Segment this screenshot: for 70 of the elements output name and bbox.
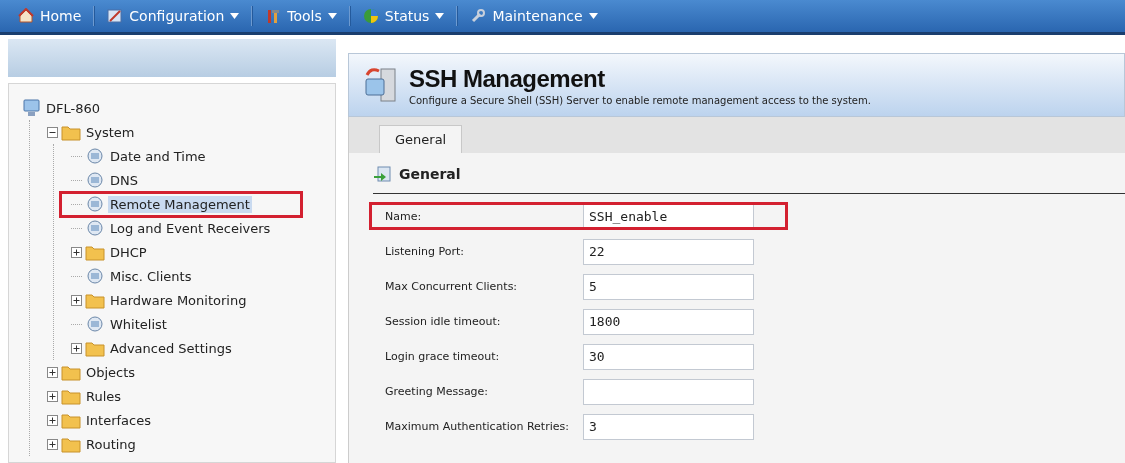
monitor-icon	[85, 147, 105, 165]
page-description: Configure a Secure Shell (SSH) Server to enable remote management access to the system.	[409, 94, 871, 106]
tree-item[interactable]: Date and Time	[108, 147, 208, 165]
monitor-icon	[85, 171, 105, 189]
menu-item[interactable]: Maintenance	[466, 8, 602, 24]
page-title: SSH Management	[409, 64, 606, 93]
field-label: Session idle timeout:	[385, 315, 502, 328]
arrow-icon	[373, 165, 391, 183]
caret-icon	[435, 13, 445, 19]
tree-item[interactable]: Misc. Clients	[108, 267, 194, 285]
field-label: Max Concurrent Clients:	[385, 280, 519, 293]
collapse-icon[interactable]	[47, 126, 58, 138]
input-field[interactable]: 3	[583, 413, 754, 440]
folder-icon	[61, 387, 81, 405]
caret-icon	[327, 13, 337, 19]
pie-chart-icon	[362, 8, 379, 24]
wrench-icon	[470, 8, 487, 24]
tree-item[interactable]: Advanced Settings	[108, 339, 234, 357]
input-field[interactable]: 1800	[583, 308, 754, 335]
tree-item[interactable]: Rules	[84, 387, 124, 405]
tree-item[interactable]: Remote Management	[108, 195, 252, 213]
monitor-icon	[85, 315, 105, 333]
folder-icon	[61, 123, 81, 141]
folder-icon	[85, 291, 105, 309]
menu-item[interactable]: Home	[14, 8, 86, 24]
input-field[interactable]: 30	[583, 343, 754, 370]
monitor-icon	[85, 267, 105, 285]
expand-icon[interactable]	[71, 342, 82, 354]
tree-item[interactable]: Routing	[84, 435, 138, 453]
hammer-icon	[265, 8, 282, 24]
menu-item[interactable]: Tools	[261, 8, 341, 24]
menu-item[interactable]: Configuration	[103, 8, 244, 24]
input-field[interactable]	[583, 378, 754, 405]
field-label: Listening Port:	[385, 245, 465, 258]
tree-item[interactable]: DHCP	[108, 243, 149, 261]
computer-icon	[363, 65, 399, 105]
computer-icon	[23, 99, 41, 117]
field-label: Greeting Message:	[385, 385, 490, 398]
field-label: Name:	[385, 210, 423, 223]
caret-icon	[588, 13, 598, 19]
field-label: Login grace timeout:	[385, 350, 501, 363]
tab[interactable]: General	[379, 125, 463, 153]
folder-icon	[85, 243, 105, 261]
house-icon	[18, 8, 34, 24]
tree-item[interactable]: Whitelist	[108, 315, 169, 333]
expand-icon[interactable]	[47, 366, 58, 378]
tree-item[interactable]: Interfaces	[84, 411, 153, 429]
section-title: General	[399, 166, 461, 182]
folder-icon	[61, 363, 81, 381]
input-field[interactable]: 22	[583, 238, 754, 265]
tree-item[interactable]: System	[84, 123, 137, 141]
expand-icon[interactable]	[47, 390, 58, 402]
folder-icon	[61, 435, 81, 453]
input-field[interactable]: 5	[583, 273, 754, 300]
menu-item[interactable]: Status	[358, 8, 449, 24]
tree-item[interactable]: Objects	[84, 363, 138, 381]
tree-item[interactable]: DNS	[108, 171, 140, 189]
caret-icon	[230, 13, 240, 19]
tree-item[interactable]: Log and Event Receivers	[108, 219, 273, 237]
expand-icon[interactable]	[71, 246, 82, 258]
tree-item[interactable]: DFL-860	[44, 99, 102, 117]
monitor-icon	[85, 195, 105, 213]
expand-icon[interactable]	[47, 438, 58, 450]
folder-icon	[61, 411, 81, 429]
expand-icon[interactable]	[47, 414, 58, 426]
expand-icon[interactable]	[71, 294, 82, 306]
folder-icon	[85, 339, 105, 357]
monitor-icon	[85, 219, 105, 237]
field-label: Maximum Authentication Retries:	[385, 420, 570, 433]
tree-item[interactable]: Hardware Monitoring	[108, 291, 249, 309]
